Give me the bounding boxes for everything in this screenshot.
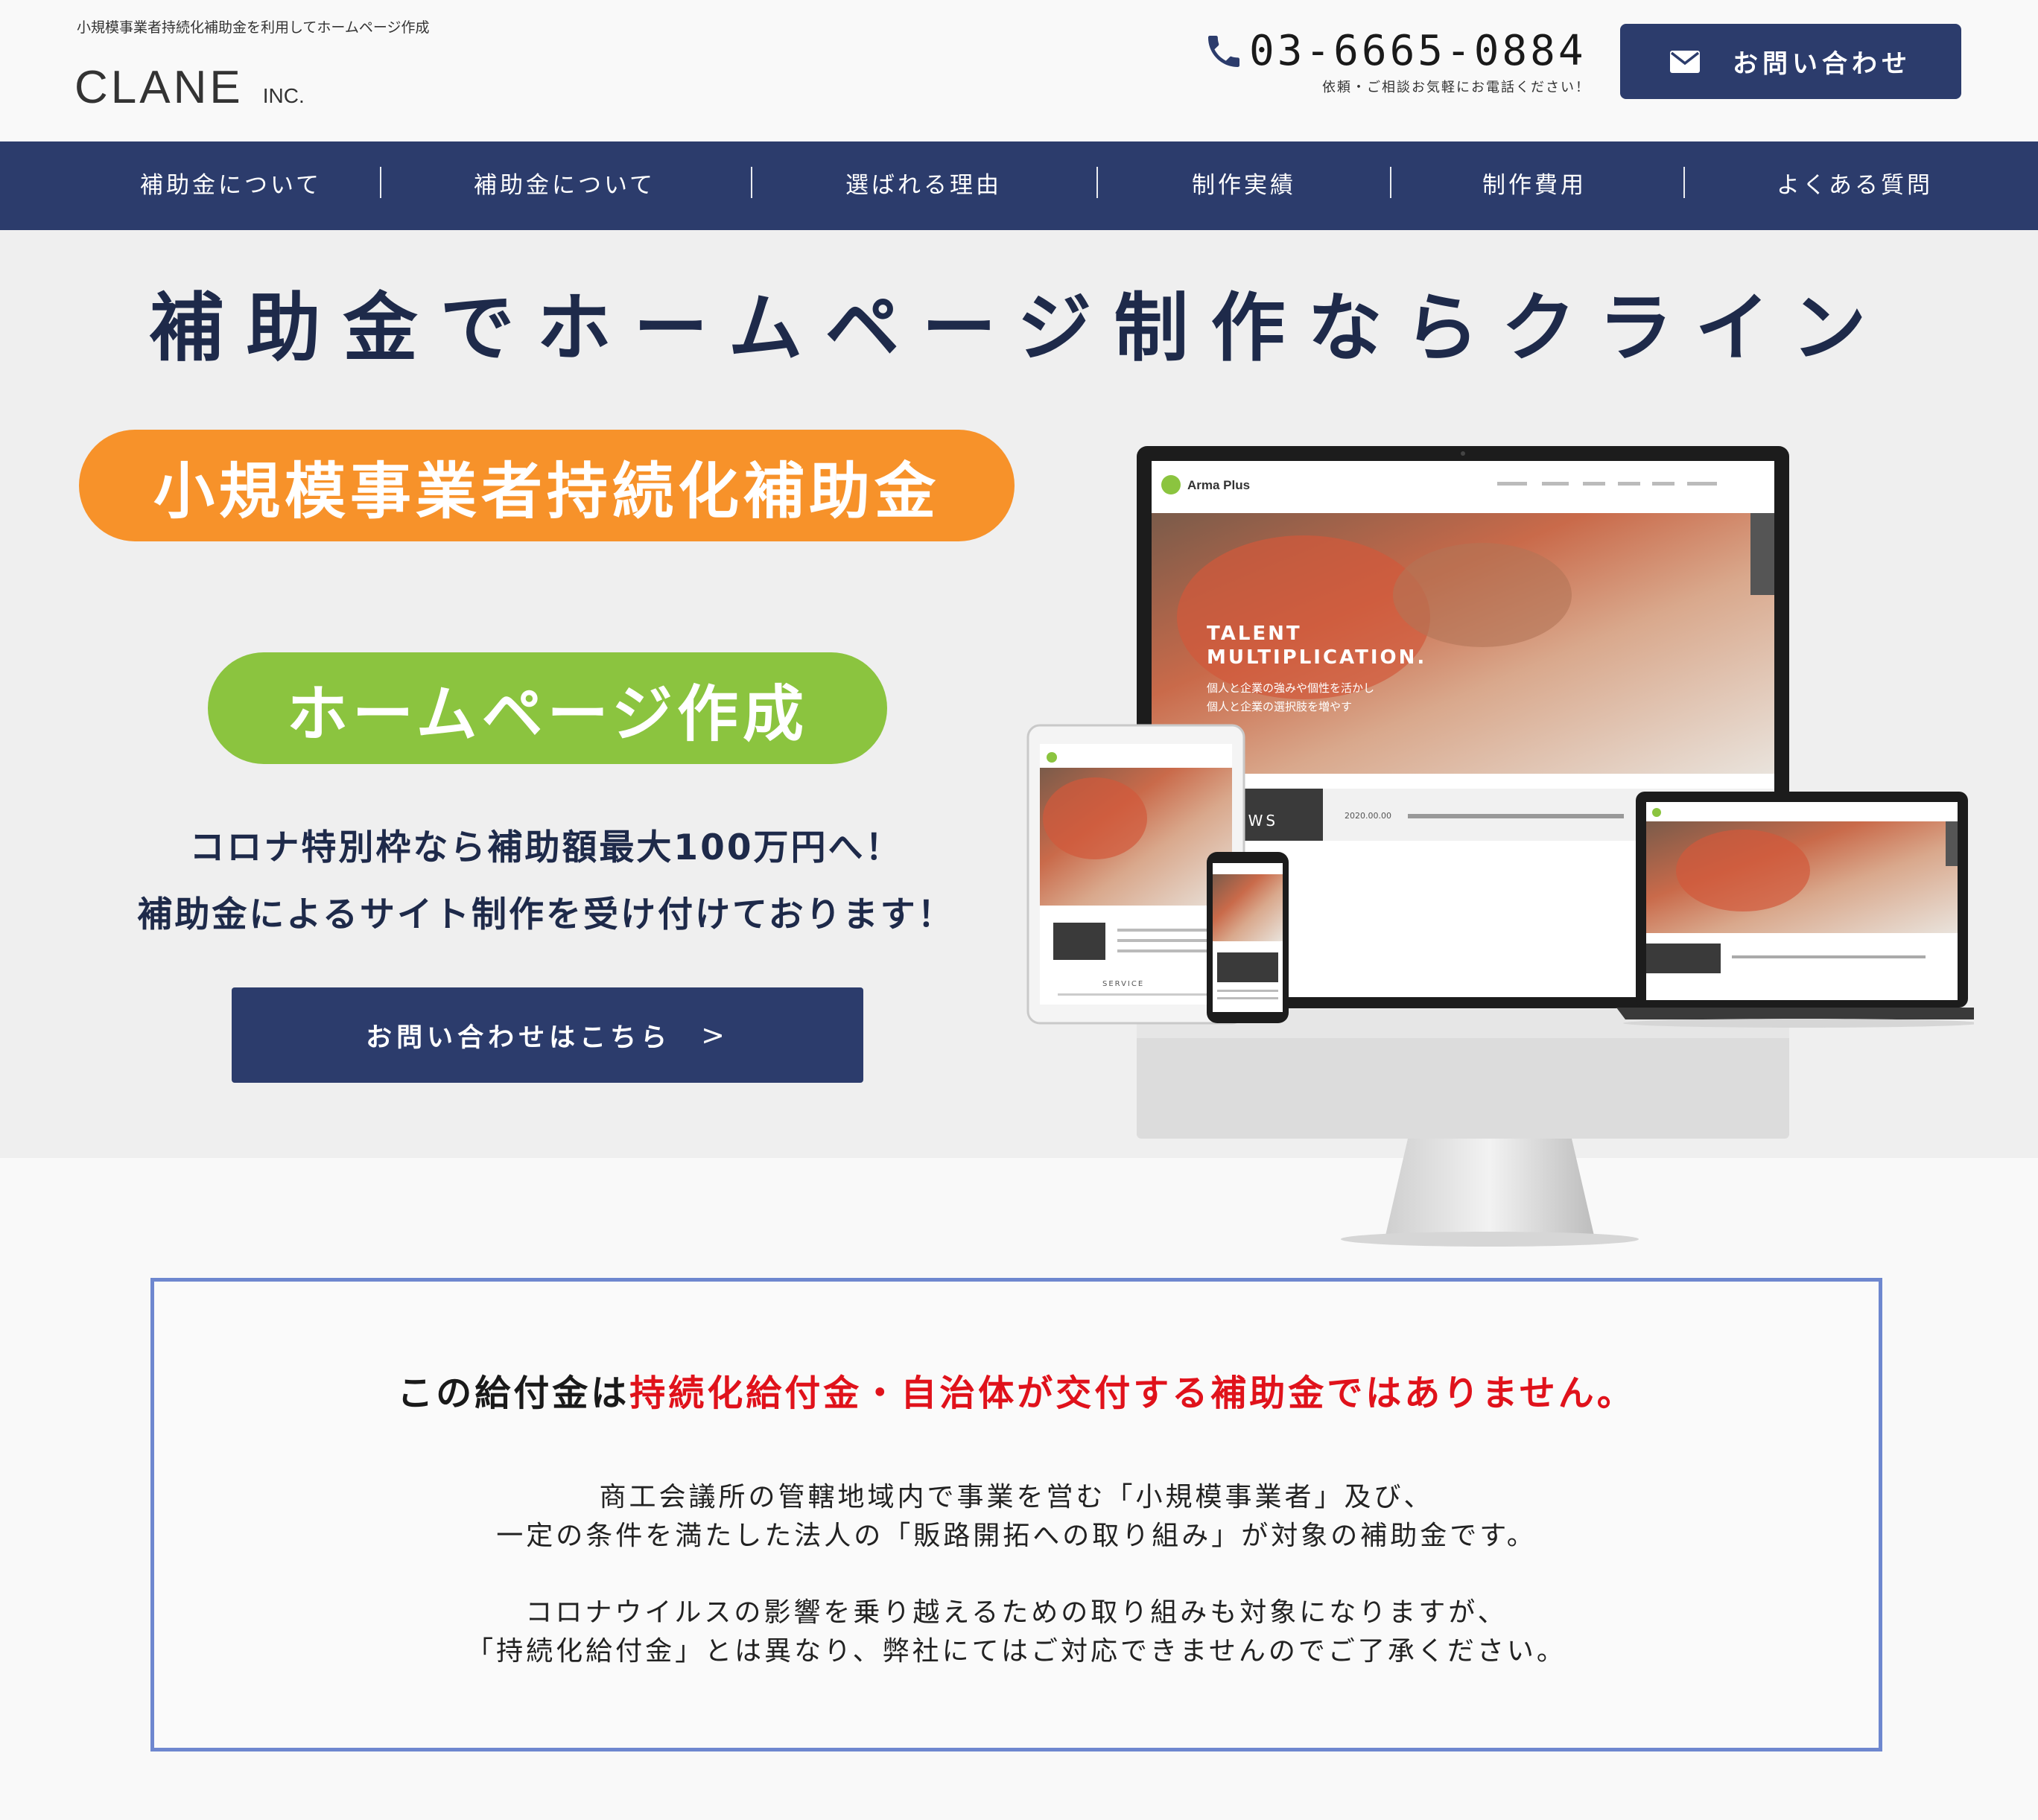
hero-subtext-1: コロナ特別枠なら補助額最大100万円へ！ xyxy=(189,827,903,868)
nav-item-subsidy-2[interactable]: 補助金について xyxy=(408,141,721,230)
nav-item-reasons[interactable]: 選ばれる理由 xyxy=(767,141,1080,230)
laptop-mockup xyxy=(1616,792,1974,1028)
notice-paragraph-1-line-2: 一定の条件を満たした法人の「販路開拓への取り組み」が対象の補助金です。 xyxy=(496,1521,1537,1551)
device-mockup-image: Arma Plus TALENT MULTIPLICATION. 個人と企業の強… xyxy=(1026,446,1974,1247)
subsidy-name-badge: 小規模事業者持続化補助金 xyxy=(79,430,1015,541)
nav-divider xyxy=(1683,167,1685,198)
mockup-brand: Arma Plus xyxy=(1187,478,1250,492)
header-contact-label: お問い合わせ xyxy=(1733,49,1911,79)
chevron-right-icon: > xyxy=(701,1019,729,1051)
nav-item-faq[interactable]: よくある質問 xyxy=(1706,141,2004,230)
phone-note: 依頼・ご相談お気軽にお電話ください！ xyxy=(1322,80,1590,95)
main-nav: 補助金について 補助金について 選ばれる理由 制作実績 制作費用 よくある質問 xyxy=(0,141,2038,230)
header-contact-button[interactable]: お問い合わせ xyxy=(1620,24,1961,99)
homepage-creation-badge: ホームページ作成 xyxy=(208,652,887,764)
hero-title: 補助金でホームページ制作ならクライン xyxy=(149,284,1889,372)
site-header: 小規模事業者持続化補助金を利用してホームページ作成 CLANE INC. 03-… xyxy=(0,0,2038,141)
hero-contact-label: お問い合わせはこちら xyxy=(366,1022,672,1053)
nav-divider xyxy=(380,167,381,198)
mockup-sub-2: 個人と企業の選択肢を増やす xyxy=(1207,700,1352,713)
notice-box: この給付金は持続化給付金・自治体が交付する補助金ではありません。 商工会議所の管… xyxy=(150,1278,1882,1751)
nav-item-works[interactable]: 制作実績 xyxy=(1117,141,1371,230)
nav-item-subsidy[interactable]: 補助金について xyxy=(74,141,387,230)
notice-paragraph-2-line-1: コロナウイルスの影響を乗り越えるための取り組みも対象になりますが、 xyxy=(525,1597,1508,1628)
nav-divider xyxy=(1390,167,1391,198)
mockup-headline-1: TALENT xyxy=(1207,623,1302,645)
phone-contact[interactable]: 03-6665-0884 依頼・ご相談お気軽にお電話ください！ xyxy=(1203,27,1590,96)
mail-icon xyxy=(1670,50,1700,73)
hero-subtext-2: 補助金によるサイト制作を受け付けております！ xyxy=(137,894,955,935)
hero-section: 補助金でホームページ制作ならクライン 小規模事業者持続化補助金 ホームページ作成… xyxy=(0,230,2038,1247)
logo-text: CLANE xyxy=(74,62,244,113)
hero-contact-button[interactable]: お問い合わせはこちら > xyxy=(232,987,863,1083)
mockup-sub-1: 個人と企業の強みや個性を活かし xyxy=(1207,681,1374,695)
nav-divider xyxy=(1096,167,1098,198)
logo-inc: INC. xyxy=(262,84,305,107)
notice-heading-prefix: この給付金は xyxy=(397,1372,630,1414)
phone-number[interactable]: 03-6665-0884 xyxy=(1249,27,1587,75)
notice-paragraph-1-line-1: 商工会議所の管轄地域内で事業を営む「小規模事業者」及び、 xyxy=(599,1482,1434,1512)
notice-paragraph-2-line-2: 「持続化給付金」とは異なり、弊社にてはご対応できませんのでご了承ください。 xyxy=(466,1636,1566,1667)
phone-mockup xyxy=(1207,852,1289,1023)
phone-icon xyxy=(1208,35,1239,67)
nav-item-pricing[interactable]: 制作費用 xyxy=(1408,141,1661,230)
mockup-service-label: SERVICE xyxy=(1102,980,1144,988)
nav-divider xyxy=(751,167,752,198)
notice-heading-warning: 持続化給付金・自治体が交付する補助金ではありません。 xyxy=(629,1372,1636,1414)
mockup-news-date: 2020.00.00 xyxy=(1345,811,1391,821)
notice-heading: この給付金は持続化給付金・自治体が交付する補助金ではありません。 xyxy=(154,1364,1879,1416)
site-logo[interactable]: CLANE INC. xyxy=(74,61,305,114)
mockup-headline-2: MULTIPLICATION. xyxy=(1207,646,1426,669)
header-tagline: 小規模事業者持続化補助金を利用してホームページ作成 xyxy=(77,19,430,36)
